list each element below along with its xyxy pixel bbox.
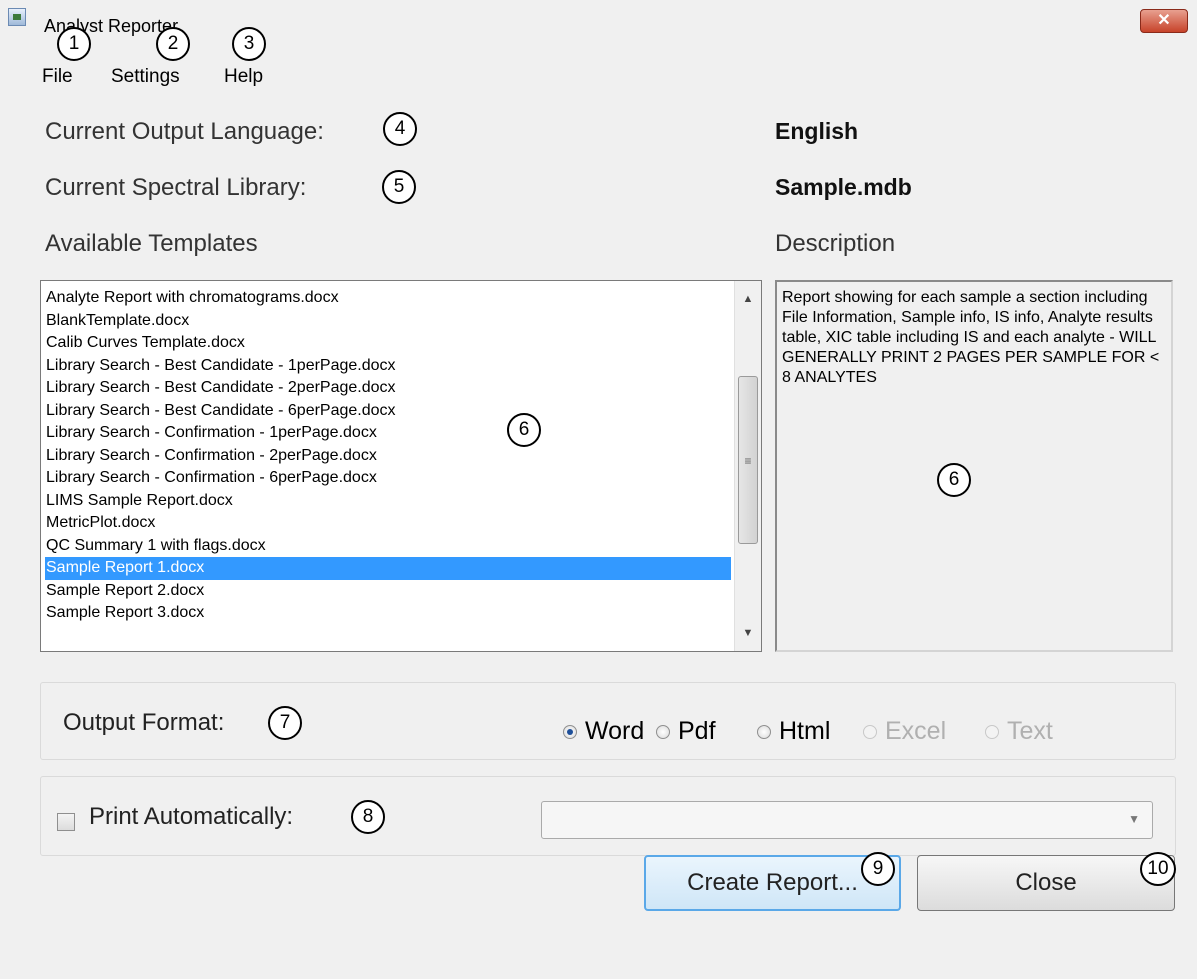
template-list-item[interactable]: Library Search - Confirmation - 6perPage… — [45, 467, 731, 490]
print-automatically-checkbox[interactable] — [57, 813, 75, 831]
output-format-option-pdf[interactable]: Pdf — [656, 717, 716, 746]
description-box: Report showing for each sample a section… — [775, 280, 1173, 652]
callout-marker: 9 — [861, 852, 895, 886]
template-list-item[interactable]: Analyte Report with chromatograms.docx — [45, 287, 731, 310]
radio-button-icon[interactable] — [563, 724, 577, 739]
description-text: Report showing for each sample a section… — [782, 289, 1160, 386]
radio-label: Pdf — [678, 717, 716, 745]
output-format-group: Output Format: Word Pdf Html Excel Text — [40, 682, 1176, 760]
menu-settings[interactable]: Settings — [111, 66, 180, 88]
menu-file[interactable]: File — [42, 66, 73, 88]
output-language-value: English — [775, 118, 859, 144]
template-list-item[interactable]: Sample Report 2.docx — [45, 580, 731, 603]
callout-marker: 1 — [57, 27, 91, 61]
radio-label: Excel — [885, 717, 947, 745]
output-format-option-html[interactable]: Html — [757, 717, 830, 746]
template-list-item[interactable]: MetricPlot.docx — [45, 512, 731, 535]
printer-dropdown[interactable]: ▼ — [541, 801, 1153, 839]
close-icon: ✕ — [1157, 12, 1171, 29]
window-close-button[interactable]: ✕ — [1140, 9, 1188, 33]
callout-marker: 6 — [937, 463, 971, 497]
output-format-option-text: Text — [985, 717, 1053, 746]
template-list-item[interactable]: Library Search - Best Candidate - 6perPa… — [45, 400, 731, 423]
scroll-up-icon[interactable]: ▲ — [735, 287, 761, 311]
print-group: Print Automatically: ▼ — [40, 776, 1176, 856]
template-list-item[interactable]: Library Search - Best Candidate - 2perPa… — [45, 377, 731, 400]
radio-button-icon[interactable] — [656, 724, 670, 739]
templates-list-items: Analyte Report with chromatograms.docx Bl… — [45, 287, 731, 625]
template-list-item[interactable]: Library Search - Confirmation - 1perPage… — [45, 422, 731, 445]
callout-marker: 6 — [507, 413, 541, 447]
template-list-item[interactable]: Sample Report 1.docx — [45, 557, 731, 580]
templates-scrollbar[interactable]: ▲ ≡ ▼ — [734, 281, 761, 651]
radio-button-icon — [863, 724, 877, 739]
callout-marker: 10 — [1140, 852, 1176, 886]
template-list-item[interactable]: LIMS Sample Report.docx — [45, 490, 731, 513]
menu-help[interactable]: Help — [224, 66, 263, 88]
template-list-item[interactable]: BlankTemplate.docx — [45, 310, 731, 333]
app-icon — [8, 8, 26, 26]
output-format-option-word[interactable]: Word — [563, 717, 644, 746]
template-list-item[interactable]: QC Summary 1 with flags.docx — [45, 535, 731, 558]
callout-marker: 7 — [268, 706, 302, 740]
output-language-label: Current Output Language: — [45, 118, 324, 145]
callout-marker: 5 — [382, 170, 416, 204]
close-button[interactable]: Close — [917, 855, 1175, 911]
callout-marker: 3 — [232, 27, 266, 61]
template-list-item[interactable]: Calib Curves Template.docx — [45, 332, 731, 355]
scroll-down-icon[interactable]: ▼ — [735, 621, 761, 645]
radio-label: Text — [1007, 717, 1053, 745]
description-label: Description — [775, 230, 896, 257]
menu-bar: File Settings Help — [0, 62, 1197, 92]
scroll-thumb[interactable]: ≡ — [738, 376, 758, 544]
callout-marker: 8 — [351, 800, 385, 834]
radio-label: Html — [779, 717, 831, 745]
available-templates-label: Available Templates — [45, 230, 258, 257]
output-format-option-excel: Excel — [863, 717, 946, 746]
output-format-label: Output Format: — [63, 709, 225, 736]
templates-list[interactable]: Analyte Report with chromatograms.docx Bl… — [40, 280, 762, 652]
spectral-library-value: Sample.mdb — [775, 174, 912, 200]
radio-button-icon — [985, 724, 999, 739]
callout-marker: 2 — [156, 27, 190, 61]
template-list-item[interactable]: Library Search - Confirmation - 2perPage… — [45, 445, 731, 468]
radio-label: Word — [585, 717, 645, 745]
template-list-item[interactable]: Sample Report 3.docx — [45, 602, 731, 625]
radio-button-icon[interactable] — [757, 724, 771, 739]
print-automatically-label: Print Automatically: — [89, 803, 294, 830]
callout-marker: 4 — [383, 112, 417, 146]
template-list-item[interactable]: Library Search - Best Candidate - 1perPa… — [45, 355, 731, 378]
chevron-down-icon: ▼ — [1128, 812, 1140, 826]
spectral-library-label: Current Spectral Library: — [45, 174, 307, 201]
